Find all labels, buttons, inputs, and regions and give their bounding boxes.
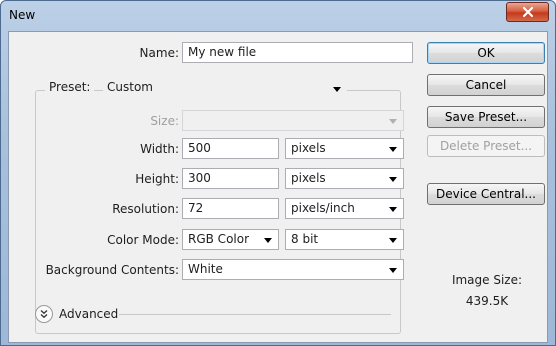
save-preset-button[interactable]: Save Preset... — [427, 106, 545, 128]
dialog-body: Name: My new file Preset: Custom Size: W… — [8, 31, 548, 343]
title-bar[interactable]: New — [1, 1, 555, 31]
advanced-toggle[interactable] — [35, 305, 53, 323]
double-chevron-down-icon — [40, 310, 48, 319]
name-input[interactable]: My new file — [182, 42, 413, 63]
color-mode-value: RGB Color — [188, 232, 250, 246]
resolution-unit-value: pixels/inch — [291, 201, 355, 215]
chevron-down-icon — [389, 119, 397, 124]
cancel-button[interactable]: Cancel — [427, 74, 545, 96]
height-unit-select[interactable]: pixels — [285, 168, 404, 189]
size-label: Size: — [150, 114, 179, 128]
image-size-label: Image Size: — [451, 273, 523, 287]
chevron-down-icon — [389, 147, 397, 152]
device-central-button[interactable]: Device Central... — [427, 183, 545, 205]
color-mode-label: Color Mode: — [107, 233, 179, 247]
resolution-label: Resolution: — [112, 202, 179, 216]
width-label: Width: — [140, 142, 179, 156]
chevron-down-icon — [333, 87, 341, 92]
background-contents-label: Background Contents: — [45, 263, 179, 277]
bit-depth-select[interactable]: 8 bit — [285, 229, 404, 250]
preset-legend: Preset: — [45, 80, 95, 94]
chevron-down-icon — [389, 177, 397, 182]
chevron-down-icon — [389, 207, 397, 212]
close-icon — [522, 6, 533, 18]
name-label: Name: — [139, 46, 179, 60]
chevron-down-icon — [389, 268, 397, 273]
color-mode-select[interactable]: RGB Color — [182, 229, 279, 250]
window-title: New — [9, 8, 36, 22]
height-input[interactable]: 300 — [182, 168, 279, 189]
size-select — [182, 110, 404, 131]
ok-button[interactable]: OK — [427, 42, 545, 64]
background-contents-select[interactable]: White — [182, 259, 404, 280]
close-button[interactable] — [506, 2, 549, 22]
advanced-divider — [119, 314, 391, 315]
chevron-down-icon — [264, 238, 272, 243]
width-input[interactable]: 500 — [182, 138, 279, 159]
resolution-input[interactable]: 72 — [182, 198, 279, 219]
preset-select[interactable]: Custom — [103, 79, 347, 100]
bit-depth-value: 8 bit — [291, 232, 319, 246]
background-contents-value: White — [188, 262, 223, 276]
new-document-dialog: New Name: My new file Preset: Custom Siz… — [0, 0, 556, 346]
height-unit-value: pixels — [291, 171, 326, 185]
preset-label: Preset: — [49, 80, 91, 94]
image-size-value: 439.5K — [465, 294, 509, 308]
width-unit-select[interactable]: pixels — [285, 138, 404, 159]
delete-preset-button: Delete Preset... — [427, 135, 545, 157]
chevron-down-icon — [389, 238, 397, 243]
height-label: Height: — [135, 172, 179, 186]
advanced-label[interactable]: Advanced — [59, 307, 118, 321]
resolution-unit-select[interactable]: pixels/inch — [285, 198, 404, 219]
width-unit-value: pixels — [291, 141, 326, 155]
preset-value: Custom — [107, 80, 153, 94]
